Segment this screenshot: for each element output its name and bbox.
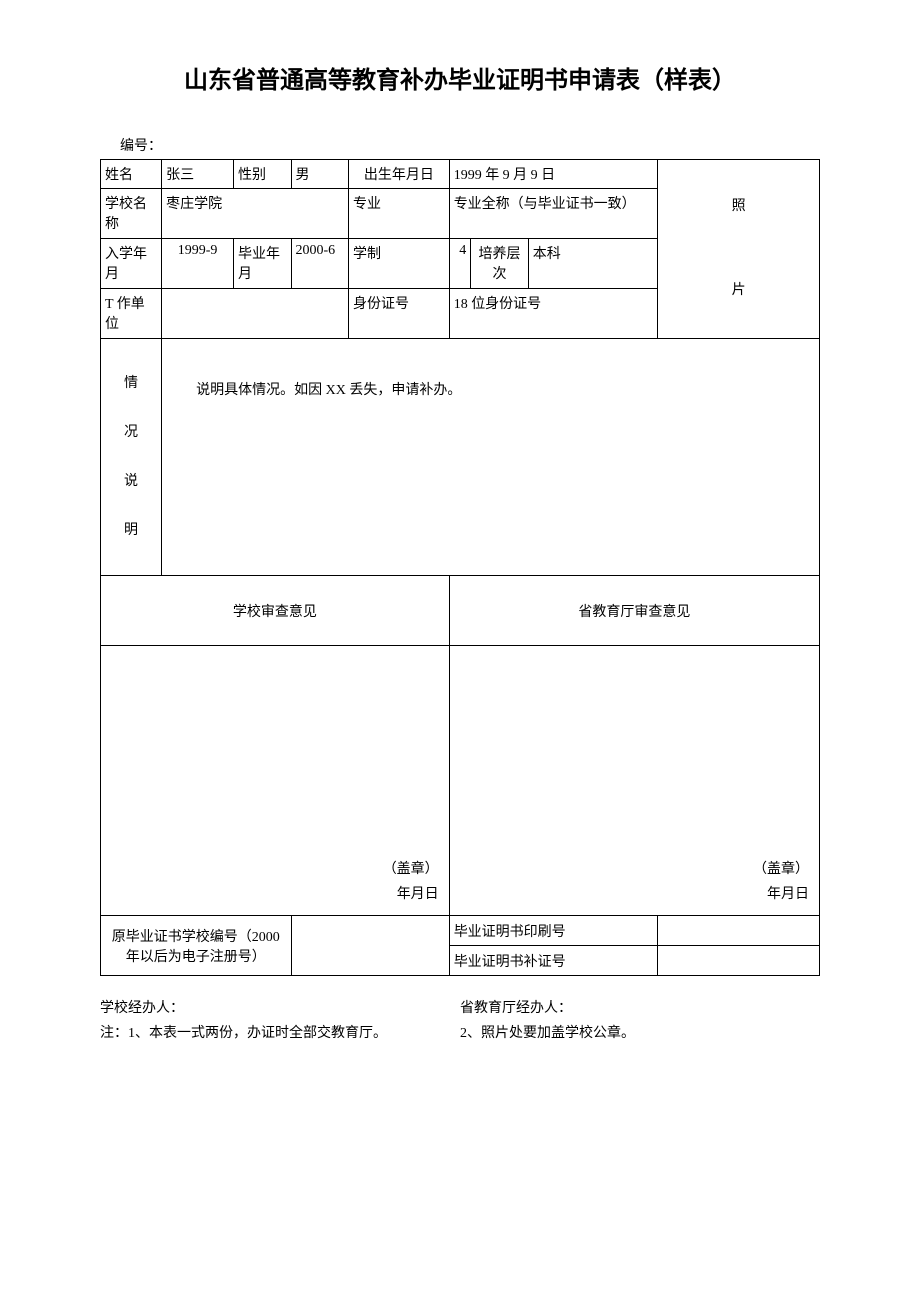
- label-idno: 身份证号: [349, 289, 450, 339]
- value-level: 本科: [528, 239, 657, 289]
- value-birth: 1999 年 9 月 9 日: [449, 160, 657, 189]
- value-supp-no: [658, 946, 820, 976]
- value-grad: 2000-6: [291, 239, 349, 289]
- seal-text: （盖章）: [753, 862, 809, 877]
- value-major: 专业全称（与毕业证书一致）: [449, 189, 657, 239]
- serial-number-label: 编号：: [100, 135, 820, 155]
- value-workplace: [162, 289, 349, 339]
- school-opinion-body: （盖章） 年月日: [101, 646, 450, 916]
- label-school: 学校名称: [101, 189, 162, 239]
- label-duration: 学制: [349, 239, 450, 289]
- note-2: 2、照片处要加盖学校公章。: [460, 1021, 820, 1046]
- value-situation: 说明具体情况。如因 XX 丢失，申请补办。: [162, 339, 820, 576]
- label-situation: 情况说明: [101, 339, 162, 576]
- value-name: 张三: [162, 160, 234, 189]
- value-gender: 男: [291, 160, 349, 189]
- dept-handler: 省教育厅经办人：: [460, 996, 820, 1021]
- label-school-opinion: 学校审查意见: [101, 576, 450, 646]
- value-enroll: 1999-9: [162, 239, 234, 289]
- note-1: 注：1、本表一式两份，办证时全部交教育厅。: [100, 1021, 460, 1046]
- label-name: 姓名: [101, 160, 162, 189]
- label-workplace: T 作单位: [101, 289, 162, 339]
- seal-text: （盖章）: [383, 862, 439, 877]
- date-text: 年月日: [397, 887, 439, 902]
- value-print-no: [658, 916, 820, 946]
- label-gender: 性别: [234, 160, 292, 189]
- application-form-table: 姓名 张三 性别 男 出生年月日 1999 年 9 月 9 日 照 片 学校名称…: [100, 159, 820, 976]
- school-handler: 学校经办人：: [100, 996, 460, 1021]
- date-text: 年月日: [767, 887, 809, 902]
- photo-label-2: 片: [732, 283, 746, 298]
- label-print-no: 毕业证明书印刷号: [449, 916, 657, 946]
- value-idno: 18 位身份证号: [449, 289, 657, 339]
- photo-area: 照 片: [658, 160, 820, 339]
- value-orig-no: [291, 916, 449, 976]
- label-enroll: 入学年月: [101, 239, 162, 289]
- photo-label-1: 照: [732, 199, 746, 214]
- label-birth: 出生年月日: [349, 160, 450, 189]
- label-supp-no: 毕业证明书补证号: [449, 946, 657, 976]
- label-major: 专业: [349, 189, 450, 239]
- label-grad: 毕业年月: [234, 239, 292, 289]
- dept-opinion-body: （盖章） 年月日: [449, 646, 819, 916]
- page-title: 山东省普通高等教育补办毕业证明书申请表（样表）: [100, 60, 820, 95]
- label-level: 培养层次: [471, 239, 529, 289]
- label-dept-opinion: 省教育厅审查意见: [449, 576, 819, 646]
- value-duration: 4: [449, 239, 471, 289]
- value-school: 枣庄学院: [162, 189, 349, 239]
- label-orig-no: 原毕业证书学校编号（2000 年以后为电子注册号）: [101, 916, 292, 976]
- footer-notes: 学校经办人： 省教育厅经办人： 注：1、本表一式两份，办证时全部交教育厅。 2、…: [100, 996, 820, 1046]
